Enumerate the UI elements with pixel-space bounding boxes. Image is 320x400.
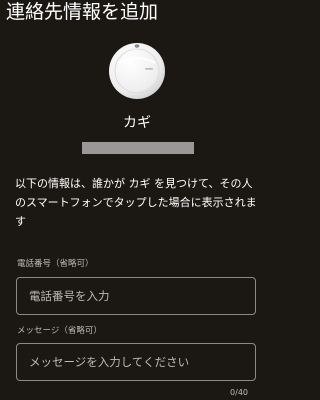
add-contact-info-screen: 連絡先情報を追加 カギ 以下の情報は、誰かが カギ を見つけて、その人のスマート… <box>0 0 274 400</box>
phone-field-label: 電話番号（省略可） <box>17 259 94 269</box>
device-name: カギ <box>123 115 151 131</box>
message-input[interactable] <box>17 344 255 380</box>
tracker-tag-icon <box>109 43 165 99</box>
message-field[interactable] <box>16 343 256 381</box>
redacted-device-id <box>82 142 194 154</box>
info-description: 以下の情報は、誰かが カギ を見つけて、その人のスマートフォンでタップした場合に… <box>15 177 257 228</box>
page-title: 連絡先情報を追加 <box>6 1 159 23</box>
phone-input[interactable] <box>17 278 255 314</box>
message-char-counter: 0/40 <box>230 388 248 397</box>
message-field-label: メッセージ（省略可） <box>17 326 102 336</box>
phone-field[interactable] <box>16 277 256 315</box>
